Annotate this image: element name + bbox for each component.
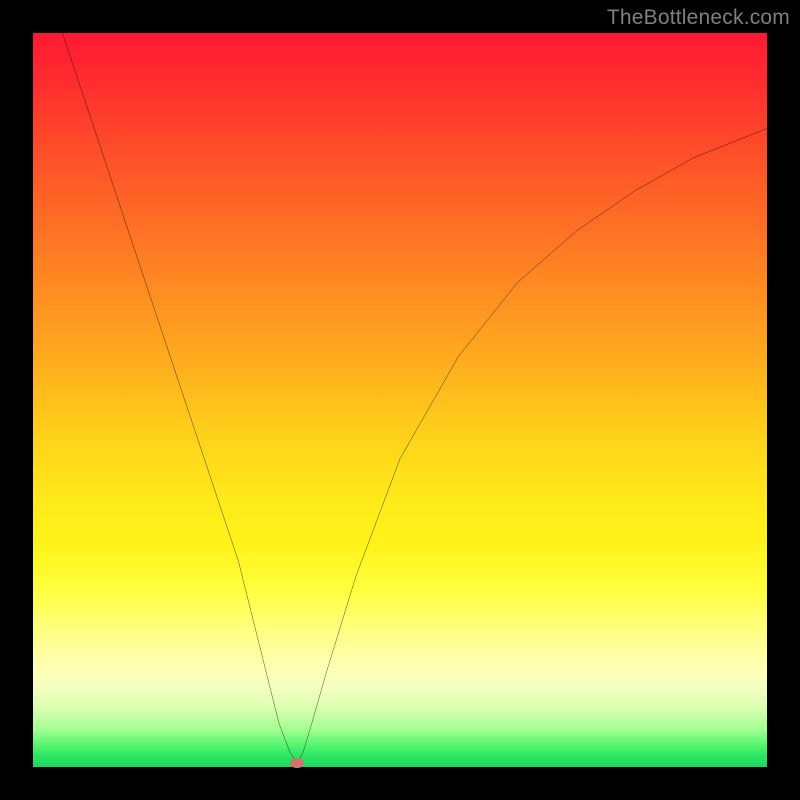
watermark-label: TheBottleneck.com (607, 6, 790, 30)
plot-area (33, 33, 767, 767)
bottleneck-curve (62, 33, 767, 763)
chart-frame: TheBottleneck.com (0, 0, 800, 800)
curve-svg (33, 33, 767, 767)
minimum-marker (290, 758, 304, 768)
